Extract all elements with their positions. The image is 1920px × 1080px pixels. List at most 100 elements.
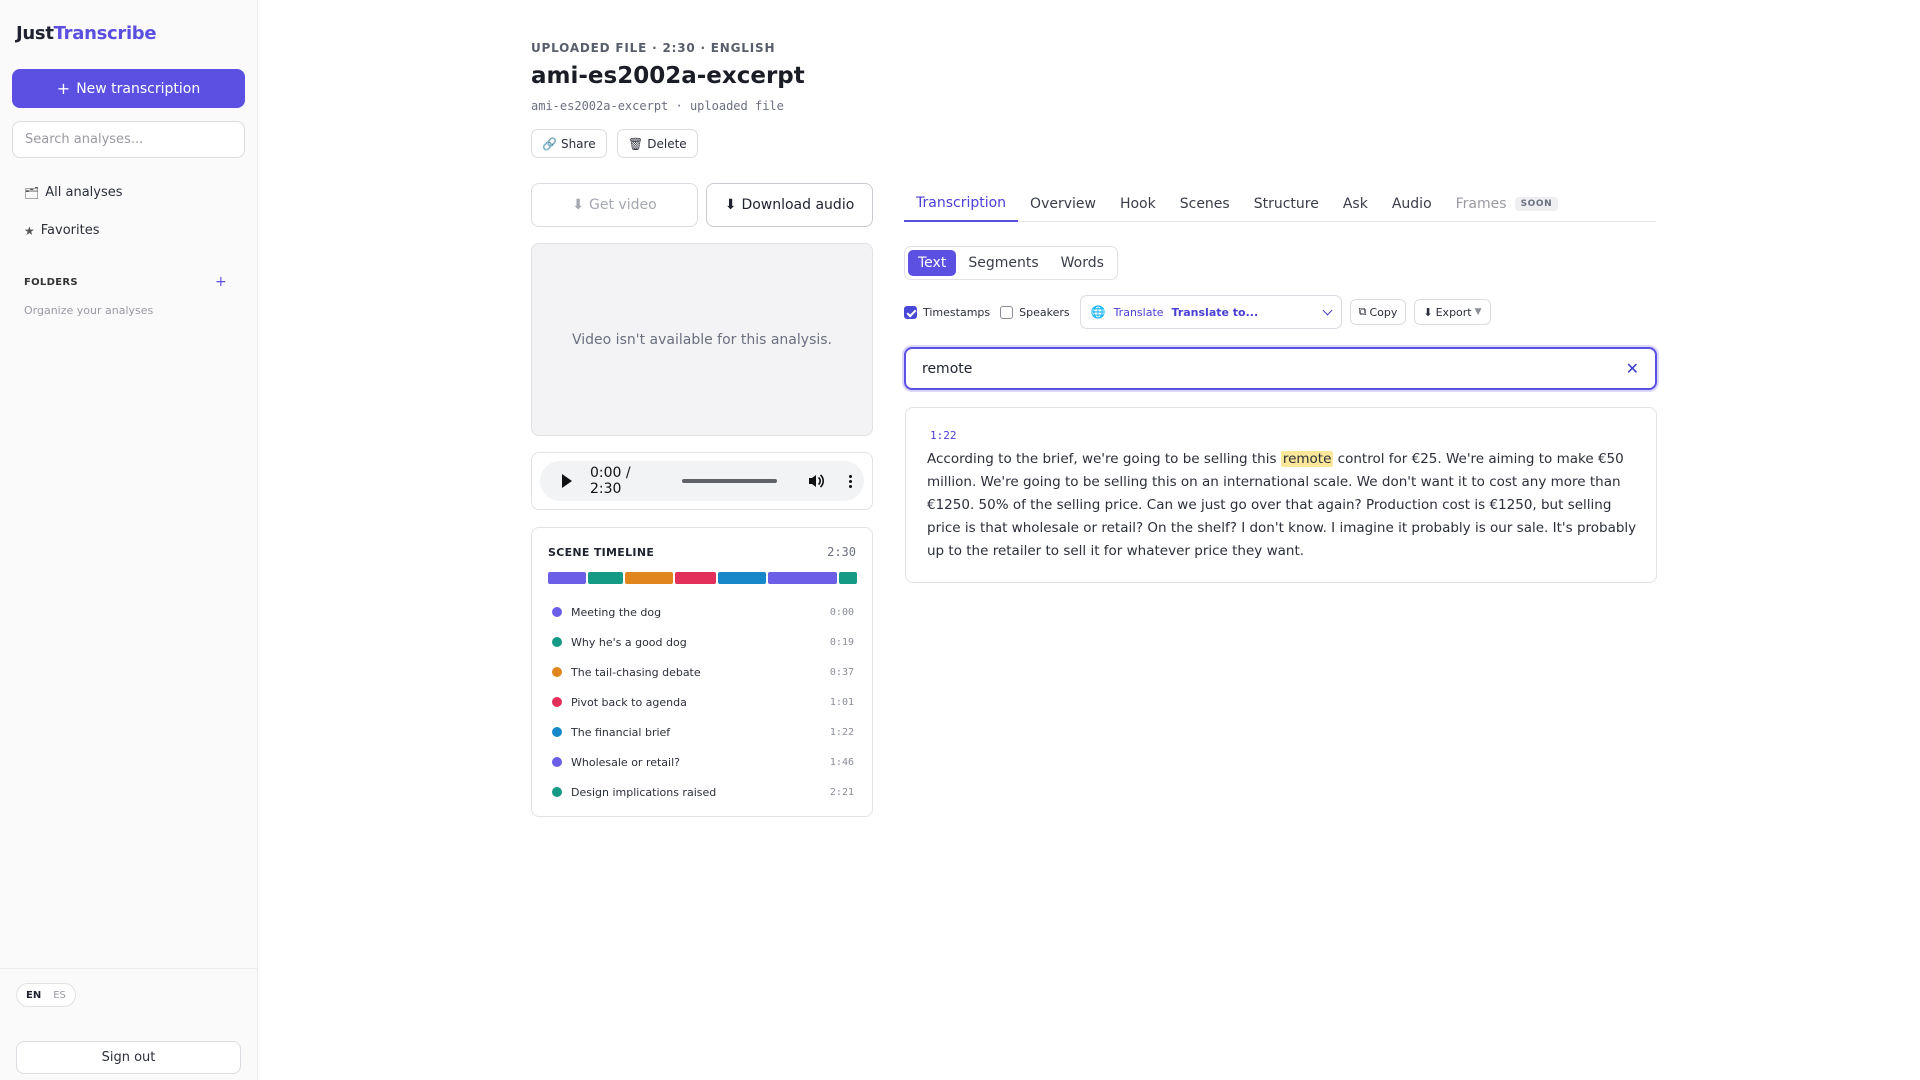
app-logo[interactable]: JustTranscribe [16, 23, 157, 44]
scene-name: The tail-chasing debate [571, 665, 701, 679]
close-icon[interactable]: ✕ [1626, 359, 1639, 378]
scene-list: Meeting the dog 0:00 Why he's a good dog 0:… [552, 597, 854, 807]
scene-color-dot [552, 637, 562, 647]
audio-card: 0:00 / 2:30 [531, 452, 873, 510]
scene-time: 0:37 [829, 666, 854, 678]
scene-timeline-title: SCENE TIMELINE [548, 546, 655, 559]
caret-down-icon: ▼ [1474, 307, 1482, 317]
scene-color-dot [552, 697, 562, 707]
scene-name: The financial brief [571, 725, 671, 739]
language-switcher: EN ES [16, 983, 76, 1007]
share-button[interactable]: 🔗 Share [531, 129, 607, 158]
speakers-checkbox-box [1000, 305, 1014, 319]
logo-text-transcribe: Transcribe [53, 23, 157, 44]
download-audio-label: Download audio [741, 197, 855, 213]
tab-hook[interactable]: Hook [1108, 186, 1168, 222]
link-icon: 🔗 [542, 136, 557, 151]
player-time: 0:00 / 2:30 [590, 465, 631, 497]
scene-name: Why he's a good dog [571, 635, 687, 649]
delete-button[interactable]: 🗑 Delete [617, 129, 698, 158]
export-label: Export [1435, 305, 1472, 319]
copy-button[interactable]: ⧉ Copy [1349, 299, 1407, 325]
sidebar-item-all-analyses[interactable]: 🗂 All analyses [24, 185, 123, 200]
search-highlight: remote [1280, 451, 1334, 467]
timeline-segment[interactable] [839, 572, 857, 584]
translate-select[interactable]: 🌐 Translate Translate to... [1079, 295, 1342, 329]
translate-label: Translate [1113, 305, 1164, 319]
lang-es-option[interactable]: ES [47, 987, 72, 1004]
scene-item[interactable]: Design implications raised 2:21 [552, 777, 854, 807]
file-meta: UPLOADED FILE · 2:30 · ENGLISH [531, 41, 776, 55]
volume-icon[interactable] [807, 472, 825, 490]
scene-item[interactable]: The financial brief 1:22 [552, 717, 854, 747]
scene-item[interactable]: Meeting the dog 0:00 [552, 597, 854, 627]
scene-color-dot [552, 727, 562, 737]
more-options-icon[interactable] [849, 474, 852, 488]
new-transcription-button[interactable]: + New transcription [12, 69, 245, 108]
tab-label: Frames [1455, 196, 1507, 212]
scene-color-dot [552, 757, 562, 767]
view-segments-option[interactable]: Segments [958, 250, 1048, 276]
timeline-segment[interactable] [548, 572, 586, 584]
view-words-option[interactable]: Words [1051, 250, 1114, 276]
get-video-button[interactable]: ⬇ Get video [531, 183, 698, 227]
view-text-option[interactable]: Text [908, 250, 957, 276]
tab-transcription[interactable]: Transcription [904, 186, 1019, 222]
sidebar-divider [0, 968, 257, 969]
sidebar-item-label: Favorites [40, 223, 100, 238]
add-folder-button[interactable]: + [215, 274, 227, 290]
export-button[interactable]: ⬇ Export ▼ [1414, 299, 1491, 325]
sidebar-item-favorites[interactable]: ★ Favorites [24, 223, 100, 238]
download-icon: ⬇ [1423, 305, 1433, 319]
tab-label: Transcription [916, 195, 1007, 211]
find-input[interactable] [922, 349, 1602, 388]
scene-time: 1:22 [829, 726, 854, 738]
share-label: Share [560, 136, 596, 151]
transcript-options: Timestamps Speakers 🌐 Translate Translat… [904, 295, 1499, 329]
speakers-checkbox[interactable]: Speakers [1000, 305, 1070, 319]
delete-label: Delete [647, 136, 687, 151]
analysis-tabs: Transcription Overview Hook Scenes Structure… [904, 186, 1656, 222]
tab-audio[interactable]: Audio [1380, 186, 1444, 222]
folder-icon: 🗂 [24, 185, 40, 200]
tab-overview[interactable]: Overview [1018, 186, 1108, 222]
scene-item[interactable]: Why he's a good dog 0:19 [552, 627, 854, 657]
scene-item[interactable]: The tail-chasing debate 0:37 [552, 657, 854, 687]
folders-empty-hint: Organize your analyses [24, 304, 154, 317]
transcript-text-after: control for €25. We're aiming to make €5… [927, 451, 1637, 559]
scene-timeline-bar [548, 572, 857, 584]
tab-label: Ask [1342, 196, 1368, 212]
tab-structure[interactable]: Structure [1242, 186, 1331, 222]
tab-label: Scenes [1179, 196, 1230, 212]
tab-scenes[interactable]: Scenes [1168, 186, 1242, 222]
timeline-segment[interactable] [718, 572, 766, 584]
timeline-segment[interactable] [625, 572, 673, 584]
transcript-timestamp[interactable]: 1:22 [930, 429, 957, 442]
scene-time: 1:01 [829, 696, 854, 708]
search-analyses-input[interactable] [12, 121, 245, 158]
sign-out-button[interactable]: Sign out [16, 1041, 241, 1074]
tab-ask[interactable]: Ask [1331, 186, 1380, 222]
new-transcription-label: New transcription [76, 80, 201, 97]
scene-item[interactable]: Pivot back to agenda 1:01 [552, 687, 854, 717]
timestamps-label: Timestamps [923, 305, 991, 319]
timeline-segment[interactable] [587, 572, 624, 584]
tab-frames[interactable]: Frames SOON [1444, 186, 1571, 222]
scene-time: 2:21 [829, 786, 854, 798]
download-audio-button[interactable]: ⬇ Download audio [706, 183, 873, 227]
scene-name: Design implications raised [571, 785, 717, 799]
transcript-text-before: According to the brief, we're going to b… [927, 451, 1281, 467]
find-in-transcript: ✕ [904, 347, 1657, 390]
timeline-segment[interactable] [674, 572, 717, 584]
timeline-segment[interactable] [767, 572, 838, 584]
scene-item[interactable]: Wholesale or retail? 1:46 [552, 747, 854, 777]
tab-label: Hook [1119, 196, 1156, 212]
audio-progress-bar[interactable] [681, 479, 777, 483]
timestamps-checkbox[interactable]: Timestamps [904, 305, 991, 319]
scene-timeline-card: SCENE TIMELINE 2:30 Meeting the dog 0:00 W… [531, 527, 873, 817]
scene-name: Pivot back to agenda [571, 695, 687, 709]
lang-en-option[interactable]: EN [20, 987, 47, 1004]
tab-label: Structure [1253, 196, 1319, 212]
translate-value: Translate to... [1171, 305, 1259, 319]
play-icon[interactable] [562, 474, 572, 488]
